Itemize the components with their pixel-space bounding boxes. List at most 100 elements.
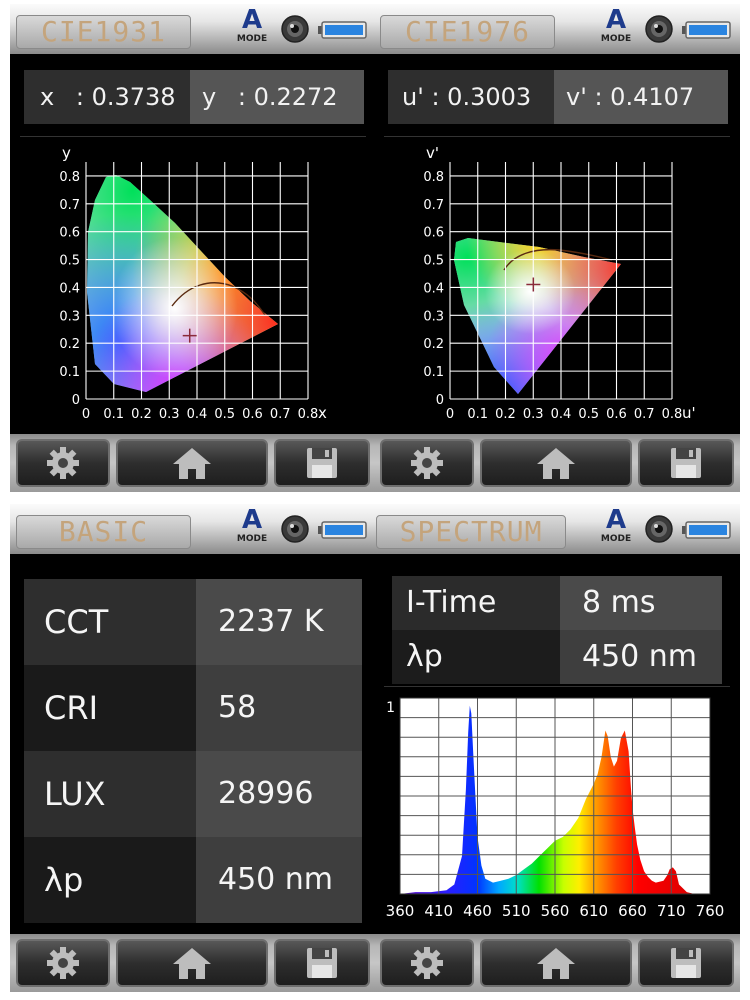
- y-tick-label: 0.8: [59, 170, 80, 185]
- mode-caption: MODE: [236, 34, 268, 44]
- x-tick-label: 0.1: [103, 407, 124, 422]
- mode-icon[interactable]: A MODE: [596, 7, 636, 49]
- floppy-disk-icon: [307, 448, 337, 478]
- basic-panel: BASIC A MODE CCT 2237 K CRI 58 LUX 28996: [10, 504, 376, 992]
- y-tick-label: 1: [386, 700, 395, 716]
- spectrum-info-table: I-Time 8 ms λp 450 nm: [392, 576, 722, 684]
- x-tick-label: 0: [446, 407, 454, 422]
- x-tick-label: 410: [424, 902, 453, 920]
- y-tick-label: 0.1: [423, 365, 444, 380]
- row-value: 450 nm: [560, 630, 722, 684]
- lens-icon[interactable]: [644, 14, 674, 44]
- cie1931-chromaticity-chart: 0 0.1 0.2 0.3 0.4 0.5 0.6 0.7 0.8 0 0.1 0.2 0.3 0.4 0.…: [59, 144, 327, 422]
- row-value: 2237 K: [196, 579, 362, 665]
- home-button[interactable]: [116, 439, 268, 487]
- bottom-toolbar: [374, 434, 740, 492]
- u-label: u': [402, 83, 424, 111]
- x-tick-label: 0.5: [214, 407, 235, 422]
- lens-icon[interactable]: [644, 514, 674, 544]
- save-button[interactable]: [274, 939, 370, 987]
- page-title: CIE1931: [16, 15, 191, 49]
- floppy-disk-icon: [671, 448, 701, 478]
- x-tick-label: 0.6: [242, 407, 263, 422]
- divider: [20, 136, 366, 137]
- header-bar: CIE1931 A MODE: [10, 4, 376, 54]
- table-row: CCT 2237 K: [24, 579, 362, 665]
- settings-button[interactable]: [380, 439, 474, 487]
- home-icon: [173, 948, 211, 979]
- page-title: CIE1976: [380, 15, 555, 49]
- table-row: I-Time 8 ms: [392, 576, 722, 630]
- mode-letter: A: [241, 505, 263, 535]
- cie1931-panel: CIE1931 A MODE x : 0.3738 y : 0.2272 0 0…: [10, 4, 376, 492]
- x-tick-label: 710: [657, 902, 686, 920]
- home-button[interactable]: [480, 939, 632, 987]
- lens-icon[interactable]: [280, 514, 310, 544]
- mode-letter: A: [605, 5, 627, 35]
- page-title: BASIC: [16, 515, 191, 549]
- x-tick-label: 0.4: [187, 407, 208, 422]
- x-axis-label: x: [318, 404, 327, 422]
- x-tick-label: 0.3: [523, 407, 544, 422]
- mode-caption: MODE: [236, 534, 268, 544]
- x-tick-label: 510: [502, 902, 531, 920]
- x-tick-label: 610: [579, 902, 608, 920]
- battery-icon: [318, 21, 367, 39]
- home-icon: [173, 448, 211, 479]
- table-row: CRI 58: [24, 665, 362, 751]
- y-axis-label: y: [62, 144, 71, 162]
- spectrum-chart: 360 410 460 510 560 610 660 710 760 1: [386, 697, 725, 920]
- x-tick-label: 0.5: [578, 407, 599, 422]
- bottom-toolbar: [374, 934, 740, 992]
- header-bar: BASIC A MODE: [10, 504, 376, 554]
- x-label: x: [40, 83, 55, 111]
- table-row: λp 450 nm: [392, 630, 722, 684]
- settings-button[interactable]: [380, 939, 474, 987]
- u-coordinate-cell: u' : 0.3003: [388, 70, 554, 124]
- x-tick-label: 0: [82, 407, 90, 422]
- mode-icon[interactable]: A MODE: [232, 7, 272, 49]
- y-coordinate-cell: y : 0.2272: [190, 70, 364, 124]
- divider: [384, 686, 730, 687]
- mode-caption: MODE: [600, 34, 632, 44]
- spectrum-panel: SPECTRUM A MODE I-Time 8 ms λp 450 nm 36…: [374, 504, 740, 992]
- y-tick-label: 0: [72, 393, 80, 408]
- x-tick-label: 0.7: [270, 407, 291, 422]
- divider: [384, 136, 730, 137]
- home-button[interactable]: [480, 439, 632, 487]
- mode-caption: MODE: [600, 534, 632, 544]
- battery-icon: [682, 521, 731, 539]
- lens-icon[interactable]: [280, 14, 310, 44]
- battery-icon: [682, 21, 731, 39]
- x-value: 0.3738: [91, 83, 176, 111]
- x-tick-label: 0.1: [467, 407, 488, 422]
- row-label: CCT: [24, 579, 196, 665]
- save-button[interactable]: [274, 439, 370, 487]
- y-tick-label: 0.1: [59, 365, 80, 380]
- v-label: v': [566, 83, 587, 111]
- gear-icon: [411, 947, 443, 979]
- x-coordinate-cell: x : 0.3738: [24, 70, 190, 124]
- y-tick-label: 0: [436, 393, 444, 408]
- y-tick-label: 0.7: [59, 198, 80, 213]
- y-tick-label: 0.6: [423, 226, 444, 241]
- mode-letter: A: [605, 505, 627, 535]
- settings-button[interactable]: [16, 939, 110, 987]
- mode-icon[interactable]: A MODE: [596, 507, 636, 549]
- v-coordinate-cell: v' : 0.4107: [554, 70, 728, 124]
- floppy-disk-icon: [671, 948, 701, 978]
- row-value: 58: [196, 665, 362, 751]
- save-button[interactable]: [638, 939, 734, 987]
- save-button[interactable]: [638, 439, 734, 487]
- settings-button[interactable]: [16, 439, 110, 487]
- gear-icon: [47, 947, 79, 979]
- x-tick-label: 760: [696, 902, 725, 920]
- x-tick-label: 460: [463, 902, 492, 920]
- row-label: I-Time: [392, 576, 560, 630]
- u-value: 0.3003: [447, 83, 532, 111]
- y-tick-label: 0.2: [423, 337, 444, 352]
- mode-icon[interactable]: A MODE: [232, 507, 272, 549]
- home-button[interactable]: [116, 939, 268, 987]
- table-row: λp 450 nm: [24, 837, 362, 923]
- mode-letter: A: [241, 5, 263, 35]
